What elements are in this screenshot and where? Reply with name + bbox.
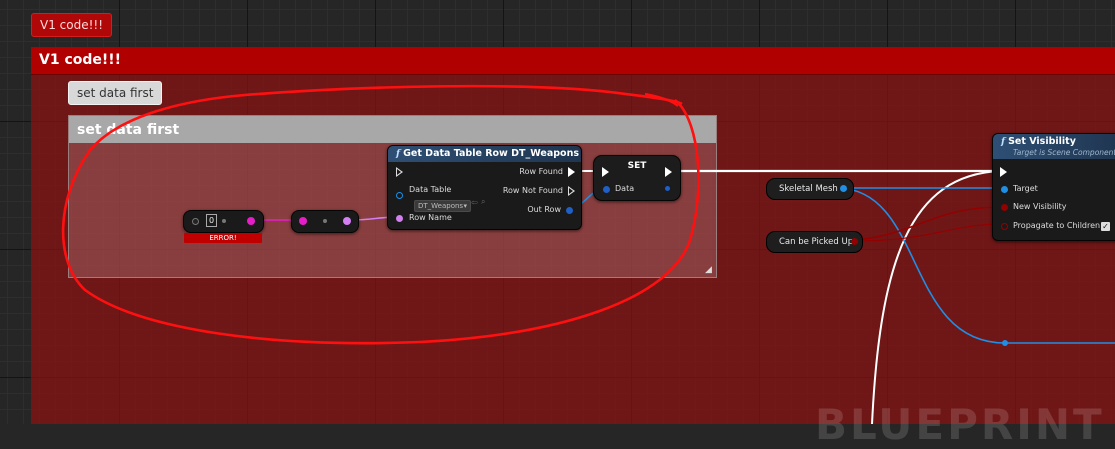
propagate-label: Propagate to Children: [1013, 221, 1101, 230]
function-icon: f: [1001, 136, 1006, 147]
propagate-checkbox[interactable]: ✓: [1101, 222, 1110, 231]
conversion-output-pin[interactable]: [343, 217, 351, 225]
literal-int-node[interactable]: 0: [183, 210, 264, 233]
skeletal-mesh-variable-node[interactable]: Skeletal Mesh: [766, 178, 854, 200]
row-found-pin[interactable]: [568, 167, 575, 177]
get-data-table-row-title: Get Data Table Row DT_Weapons: [403, 148, 579, 159]
row-name-pin[interactable]: [396, 215, 403, 222]
set-visibility-subtitle: Target is Scene Component: [1013, 148, 1115, 157]
wire-reroute-knot: [1002, 340, 1008, 346]
literal-output-pin[interactable]: [247, 217, 255, 225]
data-table-dropdown[interactable]: DT_Weapons ▾: [414, 200, 471, 212]
set-data-output-pin[interactable]: [665, 186, 670, 191]
set-visibility-header[interactable]: f Set Visibility Target is Scene Componen…: [993, 134, 1115, 159]
get-data-table-row-node[interactable]: f Get Data Table Row DT_Weapons Data Tabl…: [387, 145, 582, 230]
bool-wire: [847, 206, 1004, 242]
row-not-found-label: Row Not Found: [502, 186, 563, 195]
literal-left-pin[interactable]: [192, 218, 199, 225]
chevron-down-icon: ▾: [463, 202, 467, 210]
conversion-node[interactable]: [291, 210, 359, 233]
row-found-label: Row Found: [519, 167, 563, 176]
data-table-label: Data Table: [409, 185, 452, 194]
can-be-picked-up-variable-node[interactable]: Can be Picked Up: [766, 231, 863, 253]
can-be-picked-up-output-pin[interactable]: [851, 238, 858, 245]
new-visibility-label: New Visibility: [1013, 202, 1067, 211]
set-data-label: Data: [615, 184, 635, 193]
literal-mid-pin: [222, 219, 226, 223]
search-icon[interactable]: ⌕: [481, 197, 485, 207]
exec-input-pin[interactable]: [396, 167, 403, 177]
data-table-pin[interactable]: [396, 192, 403, 199]
set-node[interactable]: SET Data: [593, 155, 681, 201]
set-data-input-pin[interactable]: [603, 186, 610, 193]
set-visibility-node[interactable]: f Set Visibility Target is Scene Componen…: [992, 133, 1115, 241]
get-data-table-row-header[interactable]: f Get Data Table Row DT_Weapons: [388, 146, 581, 162]
row-not-found-pin[interactable]: [568, 186, 575, 196]
set-visibility-title: Set Visibility: [1008, 136, 1076, 147]
target-label: Target: [1013, 184, 1038, 193]
exec-wire-down: [871, 170, 1001, 424]
conversion-input-pin[interactable]: [299, 217, 307, 225]
propagate-pin[interactable]: [1001, 223, 1008, 230]
set-exec-output-pin[interactable]: [665, 167, 672, 177]
set-exec-input-pin[interactable]: [602, 167, 609, 177]
arrow-left-icon[interactable]: ⇦: [471, 198, 478, 207]
set-visibility-exec-input-pin[interactable]: [1000, 167, 1007, 177]
conversion-mid-pin: [323, 219, 327, 223]
out-row-pin[interactable]: [566, 207, 573, 214]
skeletal-mesh-output-pin[interactable]: [840, 185, 847, 192]
error-badge: ERROR!: [184, 233, 262, 243]
function-icon: f: [396, 148, 401, 159]
target-pin[interactable]: [1001, 186, 1008, 193]
row-name-label: Row Name: [409, 213, 452, 222]
literal-value-field[interactable]: 0: [206, 214, 217, 227]
skeletal-mesh-label: Skeletal Mesh: [779, 184, 838, 194]
data-table-value: DT_Weapons: [418, 202, 464, 210]
can-be-picked-up-label: Can be Picked Up: [779, 237, 854, 247]
new-visibility-pin[interactable]: [1001, 204, 1008, 211]
out-row-label: Out Row: [527, 205, 561, 214]
